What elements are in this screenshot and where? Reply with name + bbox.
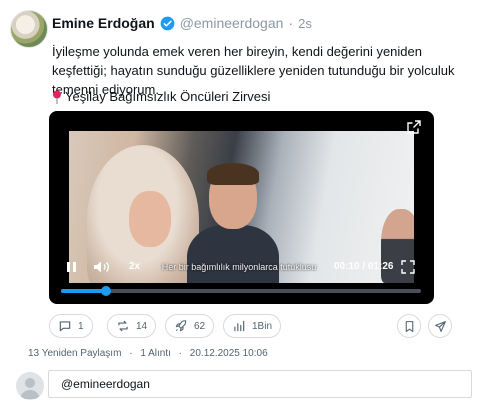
reply-count: 1 [78,320,84,332]
bookmark-icon [405,320,413,332]
pause-icon[interactable] [65,260,79,274]
retweet-button[interactable]: 14 [107,314,157,338]
author-name[interactable]: Emine Erdoğan [52,15,155,31]
reply-button[interactable]: 1 [49,314,93,338]
meta-separator: · [178,348,183,359]
time-separator: / [362,261,366,272]
tweet-timestamp: 20.12.2025 10:06 [189,348,268,359]
fullscreen-icon[interactable] [401,260,415,274]
tweet-time[interactable]: 2s [298,16,312,31]
location-line: Yeşilay Bağımsızlık Öncüleri Zirvesi [52,88,270,106]
meta-separator: · [129,348,133,359]
video-progress-bar[interactable] [61,286,421,296]
video-face [129,191,171,247]
tweet-actions: 1 14 62 1Bin [49,314,454,338]
video-progress-handle[interactable] [101,286,111,296]
rocket-icon [175,320,187,332]
views-button[interactable]: 1Bin [223,314,282,338]
reply-composer [10,370,488,402]
duration: 01:26 [367,261,394,272]
boost-button[interactable]: 62 [165,314,215,338]
separator-dot: · [288,15,294,31]
retweets-summary[interactable]: 13 Yeniden Paylaşım [28,348,121,359]
verified-badge-icon [160,16,175,30]
expand-icon[interactable] [406,119,422,135]
quotes-summary[interactable]: 1 Alıntı [140,348,171,359]
reply-icon [59,321,71,332]
video-progress-fill [61,289,106,293]
author-avatar[interactable] [10,10,48,48]
boost-count: 62 [194,320,206,332]
playback-speed-button[interactable]: 2x [129,261,140,272]
default-avatar-icon [20,378,40,399]
video-controls: 2x Her bir bağımlılık milyonlarca tutukl… [49,257,434,279]
retweet-count: 14 [136,320,148,332]
video-player[interactable]: 2x Her bir bağımlılık milyonlarca tutukl… [49,111,434,304]
author-handle[interactable]: @emineerdogan [180,15,284,31]
current-time: 00:10 [334,261,360,272]
video-time: 00:10 / 01:26 [334,261,394,272]
views-chart-icon [234,320,245,332]
tweet-meta: 13 Yeniden Paylaşım · 1 Alıntı · 20.12.2… [28,348,273,359]
share-button[interactable] [428,314,452,338]
retweet-icon [118,320,128,332]
reply-input[interactable] [48,370,472,398]
volume-icon[interactable] [93,260,111,274]
send-icon [434,320,446,332]
tweet-header: Emine Erdoğan @emineerdogan · 2s [52,14,312,32]
views-count: 1Bin [252,320,273,332]
round-pushpin-icon [53,90,61,104]
video-caption: Her bir bağımlılık milyonlarca tutuklusu [161,262,317,272]
user-avatar[interactable] [16,372,44,400]
location-label: Yeşilay Bağımsızlık Öncüleri Zirvesi [65,89,271,104]
bookmark-button[interactable] [397,314,421,338]
